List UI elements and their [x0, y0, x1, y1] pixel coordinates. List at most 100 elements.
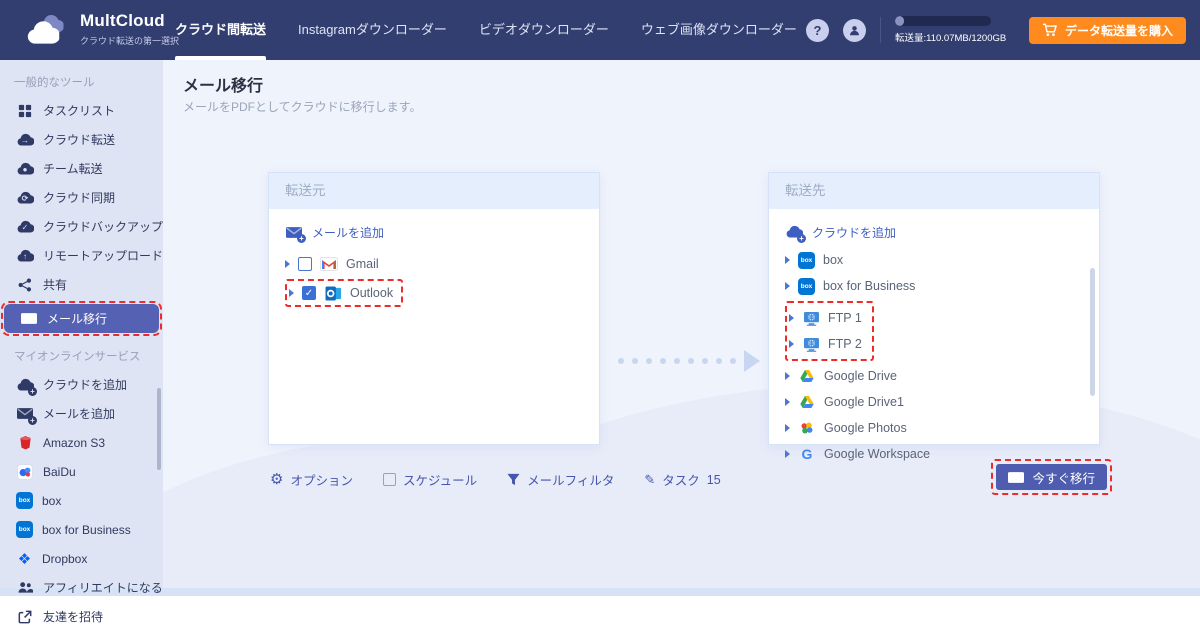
mail-migration-highlight-box: メール移行: [1, 301, 162, 336]
expand-arrow-icon[interactable]: [789, 340, 794, 348]
sidebar-item-box[interactable]: box box: [0, 486, 163, 515]
add-cloud-link[interactable]: + クラウドを追加: [769, 209, 1099, 243]
sidebar-item-label: タスクリスト: [43, 104, 116, 118]
brand-tagline: クラウド転送の第一選択: [80, 36, 180, 46]
task-count-button[interactable]: ✎ タスク 15: [644, 470, 720, 489]
source-panel: 転送元 + メールを追加 Gmail ✓ Outlook: [268, 172, 600, 445]
expand-arrow-icon[interactable]: [789, 314, 794, 322]
sidebar-item-box-for-business[interactable]: box box for Business: [0, 515, 163, 544]
expand-arrow-icon[interactable]: [785, 282, 790, 290]
sidebar-item-dropbox[interactable]: ❖ Dropbox: [0, 544, 163, 573]
options-button[interactable]: ⚙ オプション: [270, 470, 353, 489]
outlook-highlight-box: ✓ Outlook: [285, 279, 404, 307]
migrate-now-button[interactable]: 今すぐ移行: [996, 464, 1107, 490]
expand-arrow-icon[interactable]: [289, 289, 294, 297]
tree-row-google-drive1[interactable]: Google Drive1: [785, 389, 1099, 415]
box-icon: box: [798, 251, 815, 269]
mail-migration-icon: [20, 310, 38, 328]
sidebar-item-remote-upload[interactable]: ↑ リモートアップロード: [0, 241, 163, 270]
tree-row-box-for-business[interactable]: box box for Business: [785, 273, 1099, 299]
sidebar-item-add-mail[interactable]: + メールを追加: [0, 399, 163, 428]
traffic-progress-bar: [894, 16, 991, 26]
sidebar-scrollbar[interactable]: [157, 388, 161, 470]
sidebar-item-add-cloud[interactable]: + クラウドを追加: [0, 370, 163, 399]
main-content: メール移行 メールをPDFとしてクラウドに移行します。 転送元 + メールを追加…: [163, 60, 1200, 588]
buy-traffic-button[interactable]: データ転送量を購入: [1028, 16, 1186, 44]
sidebar-item-share[interactable]: 共有: [0, 270, 163, 299]
box-business-icon: box: [16, 521, 33, 538]
task-count: 15: [706, 472, 721, 487]
google-workspace-icon: G: [801, 446, 813, 462]
nav-tab-video-downloader[interactable]: ビデオダウンローダー: [479, 0, 609, 60]
google-photos-icon: [798, 419, 816, 437]
migrate-highlight-box: 今すぐ移行: [991, 459, 1112, 495]
tree-row-gmail[interactable]: Gmail: [285, 251, 599, 277]
remote-upload-icon: ↑: [16, 247, 34, 265]
add-cloud-label: クラウドを追加: [812, 225, 897, 240]
multcloud-cloud-icon: [26, 10, 70, 48]
sidebar-item-invite-friends[interactable]: 友達を招待: [0, 602, 163, 631]
gmail-icon: [320, 255, 338, 273]
nav-tab-cloud-transfer[interactable]: クラウド間転送: [175, 0, 267, 60]
sidebar-item-label: box: [42, 493, 62, 508]
add-mail-link[interactable]: + メールを追加: [269, 209, 599, 243]
arrow-head-icon: [744, 350, 760, 372]
schedule-label: スケジュール: [402, 474, 478, 488]
tree-row-outlook[interactable]: ✓ Outlook: [289, 282, 393, 304]
sidebar-item-mail-migration[interactable]: メール移行: [4, 304, 159, 333]
task-list-grid-icon: [16, 102, 34, 120]
sidebar-item-amazon-s3[interactable]: Amazon S3: [0, 428, 163, 457]
sidebar-item-baidu[interactable]: BaiDu: [0, 457, 163, 486]
traffic-label: 転送量:110.07MB/1200GB: [894, 33, 1007, 44]
gear-icon: ⚙: [270, 471, 284, 488]
sidebar-item-cloud-transfer[interactable]: → クラウド転送: [0, 125, 163, 154]
sidebar-item-task-list[interactable]: タスクリスト: [0, 96, 163, 125]
tree-row-box[interactable]: box box: [785, 247, 1099, 273]
brand-name: MultCloud: [80, 11, 165, 30]
mail-filter-button[interactable]: メールフィルタ: [507, 470, 614, 489]
sidebar: 一般的なツール タスクリスト → クラウド転送 ● チーム転送 ⟳ クラウド同期…: [0, 60, 163, 624]
expand-arrow-icon[interactable]: [285, 260, 290, 268]
ftp-icon: [802, 335, 820, 353]
nav-tab-instagram-downloader[interactable]: Instagramダウンローダー: [298, 0, 447, 60]
google-drive-icon: [798, 393, 816, 411]
tree-row-google-drive[interactable]: Google Drive: [785, 363, 1099, 389]
brand-logo[interactable]: MultCloud クラウド転送の第一選択: [26, 10, 179, 48]
add-mail-label: メールを追加: [312, 225, 385, 240]
sidebar-section-my-online-services: マイオンラインサービス: [14, 351, 141, 363]
source-tree: Gmail ✓ Outlook: [269, 241, 599, 309]
sidebar-item-label: アフィリエイトになる: [43, 581, 163, 595]
destination-panel-title: 転送先: [769, 173, 1099, 209]
tree-row-ftp-2[interactable]: FTP 2: [789, 331, 862, 357]
mail-migration-icon: [1008, 471, 1024, 484]
traffic-meter: 転送量:110.07MB/1200GB: [894, 16, 1015, 44]
gmail-checkbox[interactable]: [298, 257, 312, 271]
schedule-button[interactable]: スケジュール: [382, 470, 478, 489]
sidebar-item-cloud-sync[interactable]: ⟳ クラウド同期: [0, 183, 163, 212]
schedule-checkbox[interactable]: [382, 473, 396, 486]
add-cloud-icon: +: [785, 223, 806, 243]
tree-row-ftp-1[interactable]: FTP 1: [789, 305, 862, 331]
nav-tab-web-image-downloader[interactable]: ウェブ画像ダウンローダー: [641, 0, 797, 60]
account-icon[interactable]: [842, 18, 866, 42]
expand-arrow-icon[interactable]: [785, 424, 790, 432]
expand-arrow-icon[interactable]: [785, 450, 790, 458]
sidebar-item-affiliate[interactable]: アフィリエイトになる: [0, 573, 163, 602]
sidebar-item-label: クラウドを追加: [43, 378, 128, 392]
cloud-transfer-icon: →: [16, 131, 34, 149]
cloud-backup-icon: ✓: [16, 218, 34, 236]
amazon-s3-icon: [16, 434, 34, 452]
outlook-checkbox[interactable]: ✓: [302, 286, 316, 300]
expand-arrow-icon[interactable]: [785, 256, 790, 264]
sidebar-item-team-transfer[interactable]: ● チーム転送: [0, 154, 163, 183]
traffic-progress-fill: [894, 16, 904, 26]
sidebar-item-cloud-backup[interactable]: ✓ クラウドバックアップ: [0, 212, 163, 241]
help-icon[interactable]: ?: [805, 18, 829, 42]
expand-arrow-icon[interactable]: [785, 372, 790, 380]
tree-row-label: Google Drive: [824, 369, 897, 383]
destination-scrollbar[interactable]: [1090, 268, 1095, 396]
sidebar-item-label: クラウド転送: [43, 133, 116, 147]
tree-row-google-photos[interactable]: Google Photos: [785, 415, 1099, 441]
expand-arrow-icon[interactable]: [785, 398, 790, 406]
sidebar-item-label: リモートアップロード: [43, 249, 164, 263]
